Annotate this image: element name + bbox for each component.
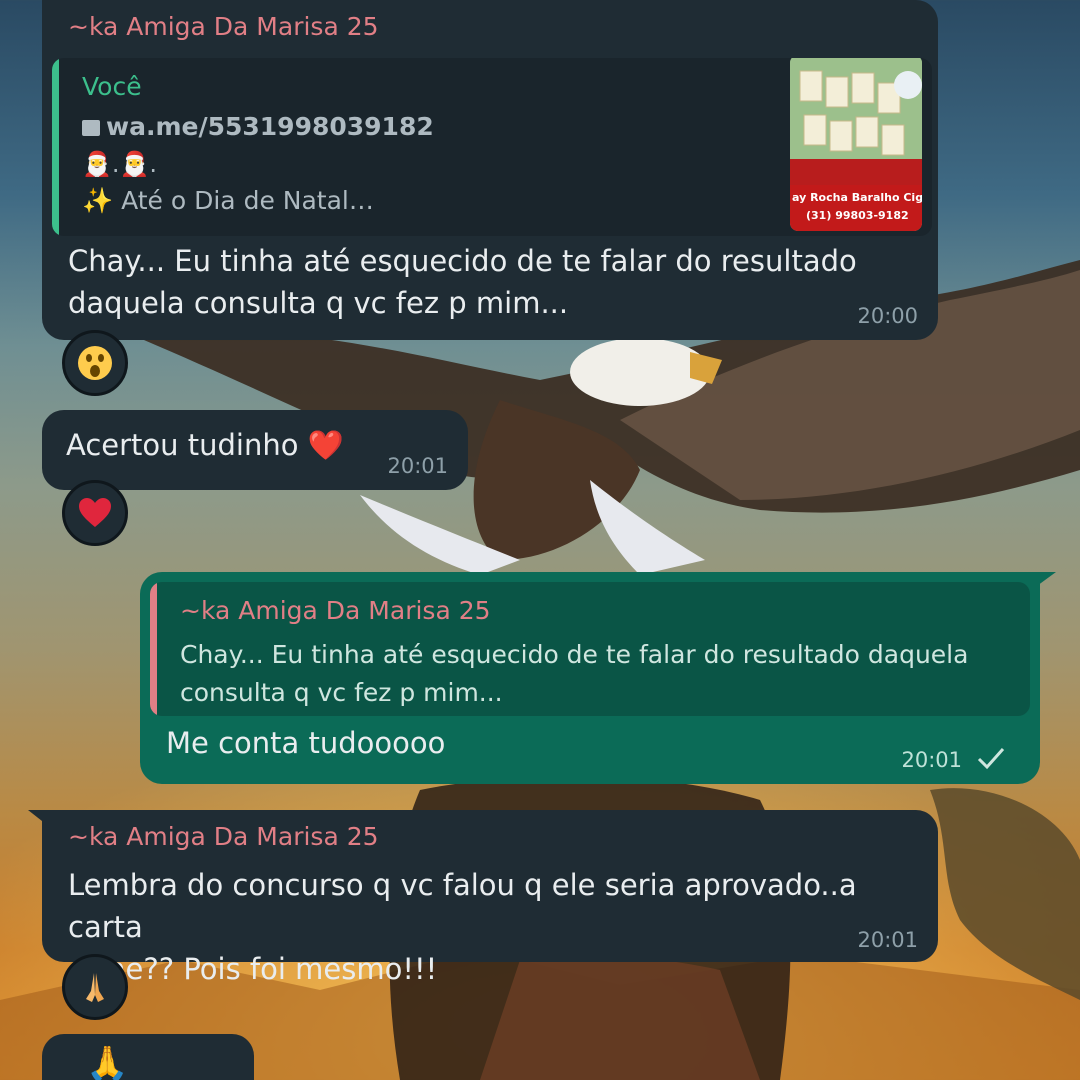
quote-author: ~ka Amiga Da Marisa 25 <box>180 596 491 625</box>
quoted-message[interactable]: ~ka Amiga Da Marisa 25 Chay... Eu tinha … <box>150 582 1030 716</box>
image-icon <box>82 120 100 136</box>
message-time: 20:01 <box>857 928 918 952</box>
thumb-caption: ay Rocha Baralho Cig <box>792 191 922 204</box>
reaction-astonished-face[interactable] <box>62 330 128 396</box>
sender-name[interactable]: ~ka Amiga Da Marisa 25 <box>68 822 379 851</box>
quote-author: Você <box>82 72 142 101</box>
link-thumbnail[interactable]: ay Rocha Baralho Cig (31) 99803-9182 <box>790 58 922 231</box>
astonished-face-icon <box>78 346 112 380</box>
incoming-message[interactable]: ~ka Amiga Da Marisa 25 Você wa.me/553199… <box>42 0 938 340</box>
incoming-message[interactable]: Acertou tudinho ❤️ 20:01 <box>42 410 468 490</box>
heart-icon <box>79 498 111 527</box>
quoted-message[interactable]: Você wa.me/5531998039182 🎅.🎅. ✨ Até o Di… <box>52 58 932 236</box>
message-text: Lembra do concurso q vc falou q ele seri… <box>68 868 857 986</box>
cards-image <box>790 58 922 185</box>
thumb-phone: (31) 99803-9182 <box>806 209 909 222</box>
sender-name[interactable]: ~ka Amiga Da Marisa 25 <box>68 12 379 41</box>
message-time: 20:00 <box>857 304 918 328</box>
outgoing-message[interactable]: ~ka Amiga Da Marisa 25 Chay... Eu tinha … <box>140 572 1056 784</box>
message-time: 20:01 <box>901 748 962 772</box>
incoming-message[interactable]: ~ka Amiga Da Marisa 25 Lembra do concurs… <box>28 810 938 986</box>
quote-text: Chay... Eu tinha até esquecido de te fal… <box>180 640 969 707</box>
bubble-tail <box>28 810 56 832</box>
folded-hands-icon <box>86 973 104 1002</box>
reaction-folded-hands[interactable] <box>62 954 128 1020</box>
message-text: Me conta tudooooo <box>166 726 446 760</box>
message-text: Chay... Eu tinha até esquecido de te fal… <box>68 244 857 320</box>
link-preview: wa.me/5531998039182 <box>82 112 434 141</box>
message-text: 🙏 <box>86 1044 129 1080</box>
message-text: Acertou tudinho ❤️ <box>66 428 344 462</box>
quote-emoji-line: 🎅.🎅. <box>82 150 158 178</box>
bubble-tail <box>1026 572 1056 594</box>
incoming-message[interactable]: 🙏 <box>42 1034 254 1080</box>
reaction-red-heart[interactable] <box>62 480 128 546</box>
check-icon <box>977 748 1005 770</box>
message-time: 20:01 <box>387 454 448 478</box>
quote-preview-text: ✨ Até o Dia de Natal… <box>82 186 374 215</box>
